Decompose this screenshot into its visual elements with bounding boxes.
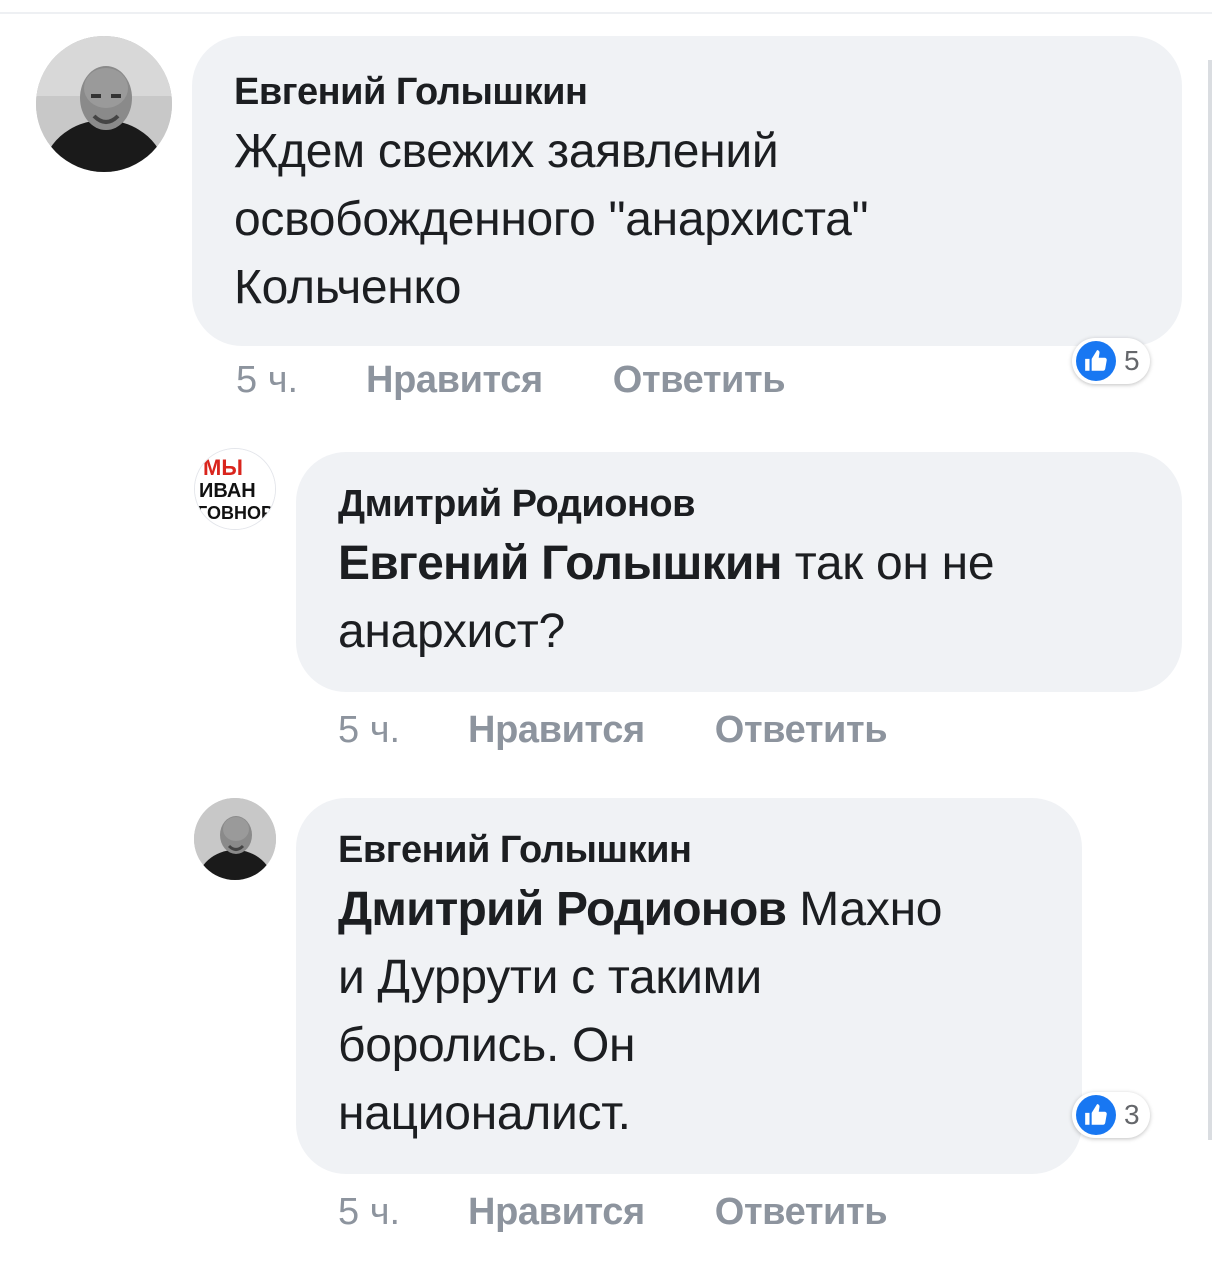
avatar[interactable] [194,798,276,880]
avatar[interactable] [36,36,172,172]
comment-bubble: Дмитрий Родионов Евгений Голышкин так он… [296,452,1182,692]
reaction-count: 3 [1124,1099,1140,1130]
page-logo-icon: МЫ ИВАН ГОВНОР [195,449,275,529]
comment-bubble: Евгений Голышкин Дмитрий Родионов Махно … [296,798,1082,1174]
profile-photo-icon [194,798,276,880]
like-icon [1076,341,1116,381]
reaction-badge[interactable]: 5 [1072,338,1150,384]
divider [0,12,1212,14]
like-icon [1076,1095,1116,1135]
timestamp[interactable]: 5 ч. [338,708,400,752]
reaction-count: 5 [1124,345,1140,376]
like-button[interactable]: Нравится [366,358,543,402]
mention-link[interactable]: Дмитрий Родионов [338,883,787,936]
avatar[interactable]: МЫ ИВАН ГОВНОР [194,448,276,530]
mention-link[interactable]: Евгений Голышкин [338,537,783,590]
svg-text:ИВАН: ИВАН [199,480,256,502]
timestamp[interactable]: 5 ч. [236,358,298,402]
reply-button[interactable]: Ответить [715,1190,888,1234]
reply-button[interactable]: Ответить [613,358,786,402]
svg-text:ГОВНОР: ГОВНОР [197,503,273,523]
reply-button[interactable]: Ответить [715,708,888,752]
comment-author[interactable]: Евгений Голышкин [234,70,1182,114]
comment-thread: Евгений Голышкин Ждем свежих заявлений о… [0,0,1212,1280]
like-button[interactable]: Нравится [468,1190,645,1234]
timestamp[interactable]: 5 ч. [338,1190,400,1234]
comment-author[interactable]: Евгений Голышкин [338,828,1082,872]
svg-text:МЫ: МЫ [203,455,243,480]
comment-author[interactable]: Дмитрий Родионов [338,482,1182,526]
comment-actions: 5 ч. Нравится Ответить [338,708,888,752]
profile-photo-icon [36,36,172,172]
comment-actions: 5 ч. Нравится Ответить [236,358,786,402]
like-button[interactable]: Нравится [468,708,645,752]
scrollbar[interactable] [1208,60,1212,1140]
comment-bubble: Евгений Голышкин Ждем свежих заявлений о… [192,36,1182,346]
comment-text: Евгений Голышкин так он не анархист? [338,537,995,658]
reaction-badge[interactable]: 3 [1072,1092,1150,1138]
comment-text: Дмитрий Родионов Махно и Дуррути с таким… [338,883,943,1140]
comment-actions: 5 ч. Нравится Ответить [338,1190,888,1234]
comment-text: Ждем свежих заявлений освобожденного "ан… [234,125,869,314]
